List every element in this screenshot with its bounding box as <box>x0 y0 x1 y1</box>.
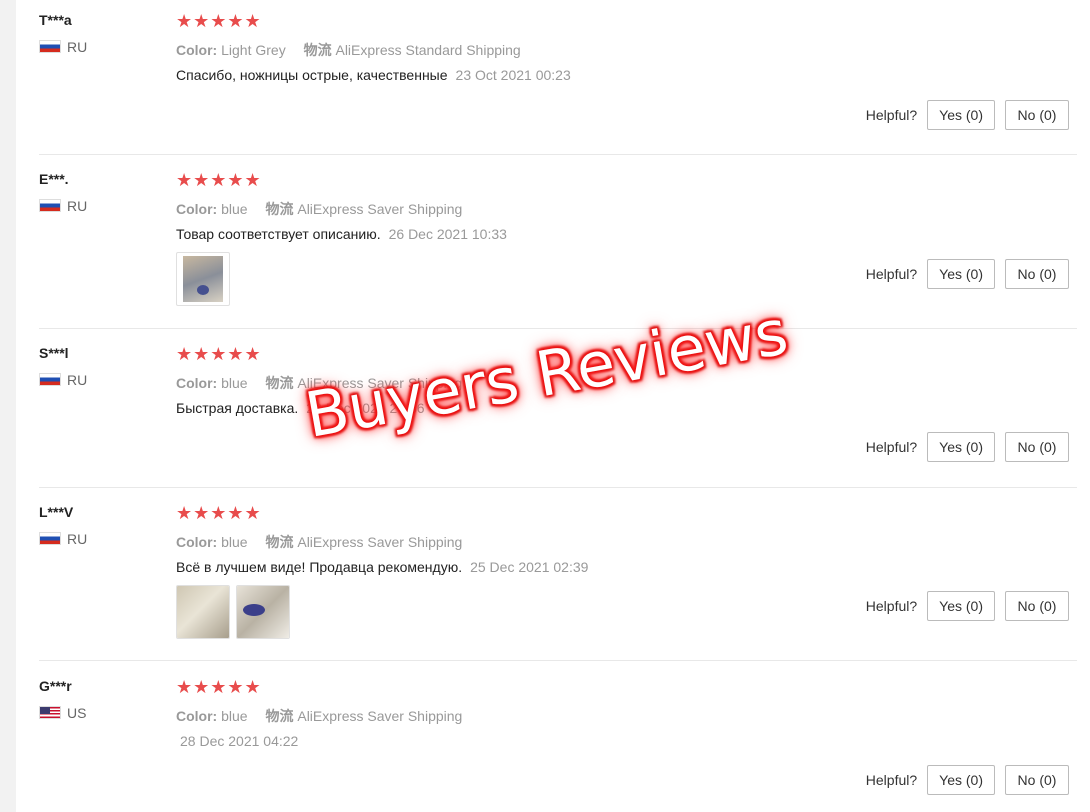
helpful-no-button[interactable]: No (0) <box>1005 591 1069 621</box>
reviewer-country: RU <box>67 372 88 388</box>
shipping-key: 物流 <box>265 534 294 550</box>
helpful-no-button[interactable]: No (0) <box>1005 100 1069 130</box>
shipping-value: AliExpress Saver Shipping <box>297 708 463 724</box>
review-photo-thumbnail[interactable] <box>176 252 230 306</box>
color-key: Color: <box>176 375 218 391</box>
review-item: E***. RU ★★★★★ Color: blue 物流 AliExpress… <box>39 171 1077 329</box>
helpful-controls: Helpful? Yes (0) No (0) <box>866 591 1069 621</box>
helpful-label: Helpful? <box>865 598 918 614</box>
review-meta: Color: blue 物流 AliExpress Saver Shipping <box>176 199 462 219</box>
review-item: S***l RU ★★★★★ Color: blue 物流 AliExpress… <box>39 345 1077 488</box>
review-meta: Color: blue 物流 AliExpress Saver Shipping <box>176 373 462 393</box>
review-text: Спасибо, ножницы острые, качественные <box>176 67 448 83</box>
reviewer-name: E***. <box>39 171 69 187</box>
shipping-value: AliExpress Saver Shipping <box>297 375 463 391</box>
review-item: L***V RU ★★★★★ Color: blue 物流 AliExpress… <box>39 504 1077 661</box>
russia-flag-icon <box>39 373 61 386</box>
star-rating: ★★★★★ <box>176 503 262 523</box>
reviewer-name: G***r <box>39 678 72 694</box>
reviewer-country: RU <box>67 198 88 214</box>
review-meta: Color: blue 物流 AliExpress Saver Shipping <box>176 532 462 552</box>
review-date: 28 Dec 2021 04:22 <box>180 733 299 749</box>
review-text-line: Всё в лучшем виде! Продавца рекомендую. 2… <box>176 559 588 575</box>
usa-flag-icon <box>39 706 61 719</box>
helpful-yes-button[interactable]: Yes (0) <box>927 432 995 462</box>
review-date: 28 Dec 2021 20:36 <box>306 400 425 416</box>
color-key: Color: <box>176 42 218 58</box>
reviewer-country: RU <box>67 531 88 547</box>
helpful-label: Helpful? <box>865 439 918 455</box>
star-rating: ★★★★★ <box>176 344 262 364</box>
reviewer-name: S***l <box>39 345 69 361</box>
review-photos <box>176 252 230 306</box>
star-rating: ★★★★★ <box>176 677 262 697</box>
shipping-key: 物流 <box>303 42 332 58</box>
helpful-label: Helpful? <box>865 266 918 282</box>
russia-flag-icon <box>39 199 61 212</box>
review-text: Всё в лучшем виде! Продавца рекомендую. <box>176 559 463 575</box>
shipping-key: 物流 <box>265 201 294 217</box>
review-text-line: Быстрая доставка. 28 Dec 2021 20:36 <box>176 400 425 416</box>
reviewer-country: US <box>67 705 87 721</box>
review-meta: Color: Light Grey 物流 AliExpress Standard… <box>176 40 521 60</box>
reviewer-name: T***a <box>39 12 72 28</box>
review-text: Быстрая доставка. <box>176 400 299 416</box>
color-key: Color: <box>176 708 218 724</box>
review-date: 23 Oct 2021 00:23 <box>455 67 571 83</box>
star-rating: ★★★★★ <box>176 11 262 31</box>
helpful-yes-button[interactable]: Yes (0) <box>927 100 995 130</box>
russia-flag-icon <box>39 40 61 53</box>
color-value: Light Grey <box>221 42 286 58</box>
review-item: G***r US ★★★★★ Color: blue 物流 AliExpress… <box>39 678 1077 812</box>
shipping-key: 物流 <box>265 708 294 724</box>
helpful-controls: Helpful? Yes (0) No (0) <box>866 432 1069 462</box>
color-key: Color: <box>176 201 218 217</box>
helpful-controls: Helpful? Yes (0) No (0) <box>866 100 1069 130</box>
helpful-controls: Helpful? Yes (0) No (0) <box>866 765 1069 795</box>
review-item: T***a RU ★★★★★ Color: Light Grey 物流 AliE… <box>39 12 1077 155</box>
review-text-line: 28 Dec 2021 04:22 <box>172 733 298 749</box>
star-rating: ★★★★★ <box>176 170 262 190</box>
reviewer-country: RU <box>67 39 88 55</box>
color-value: blue <box>221 708 248 724</box>
shipping-key: 物流 <box>265 375 294 391</box>
helpful-no-button[interactable]: No (0) <box>1005 765 1069 795</box>
helpful-controls: Helpful? Yes (0) No (0) <box>866 259 1069 289</box>
left-margin-strip <box>0 0 16 812</box>
review-photo-thumbnail[interactable] <box>236 585 290 639</box>
helpful-no-button[interactable]: No (0) <box>1005 259 1069 289</box>
helpful-yes-button[interactable]: Yes (0) <box>927 259 995 289</box>
color-value: blue <box>221 201 248 217</box>
review-text-line: Спасибо, ножницы острые, качественные 23 … <box>176 67 571 83</box>
color-value: blue <box>221 375 248 391</box>
helpful-label: Helpful? <box>865 772 918 788</box>
review-text: Товар соответствует описанию. <box>176 226 381 242</box>
review-date: 26 Dec 2021 10:33 <box>388 226 507 242</box>
review-photos <box>176 585 290 639</box>
shipping-value: AliExpress Saver Shipping <box>297 534 463 550</box>
helpful-no-button[interactable]: No (0) <box>1005 432 1069 462</box>
review-text-line: Товар соответствует описанию. 26 Dec 2021… <box>176 226 507 242</box>
review-meta: Color: blue 物流 AliExpress Saver Shipping <box>176 706 462 726</box>
reviewer-name: L***V <box>39 504 74 520</box>
review-date: 25 Dec 2021 02:39 <box>470 559 589 575</box>
color-value: blue <box>221 534 248 550</box>
shipping-value: AliExpress Standard Shipping <box>335 42 521 58</box>
helpful-yes-button[interactable]: Yes (0) <box>927 765 995 795</box>
helpful-label: Helpful? <box>865 107 918 123</box>
russia-flag-icon <box>39 532 61 545</box>
color-key: Color: <box>176 534 218 550</box>
review-photo-thumbnail[interactable] <box>176 585 230 639</box>
helpful-yes-button[interactable]: Yes (0) <box>927 591 995 621</box>
shipping-value: AliExpress Saver Shipping <box>297 201 463 217</box>
